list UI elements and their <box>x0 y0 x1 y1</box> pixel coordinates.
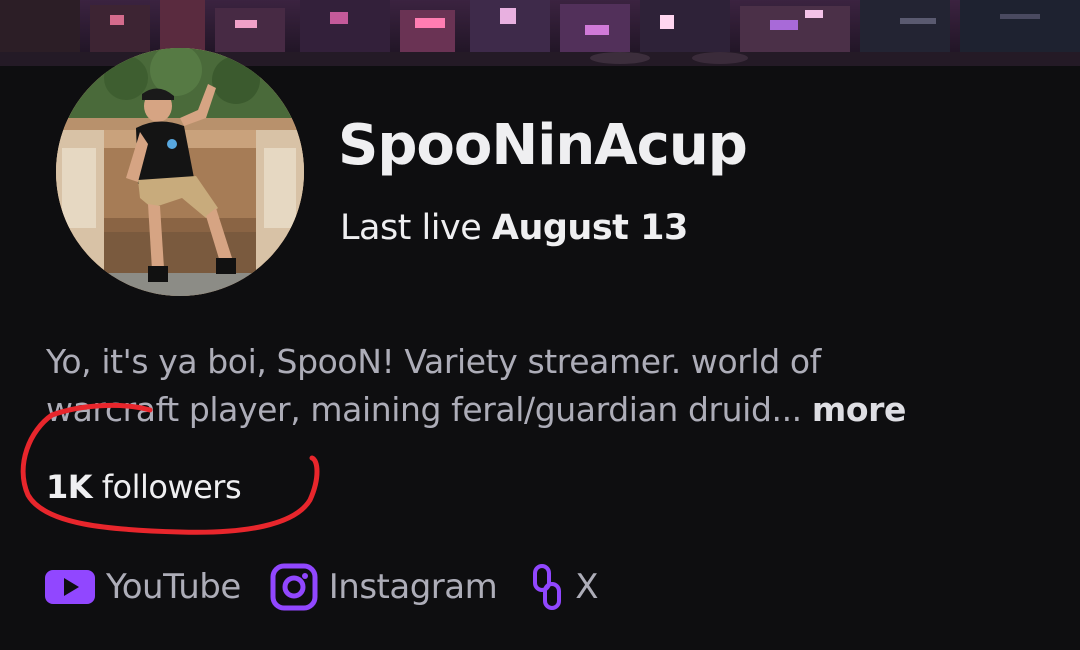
channel-avatar[interactable] <box>56 48 304 296</box>
bio-line-2-text: warcraft player, maining feral/guardian … <box>46 390 802 429</box>
x-link[interactable]: X <box>529 562 599 612</box>
social-links: YouTube Instagram X <box>44 560 626 614</box>
followers-count[interactable]: 1K followers <box>46 465 242 509</box>
last-live-status: Last live August 13 <box>340 205 688 251</box>
bio-more-link[interactable]: more <box>812 390 907 429</box>
link-icon <box>529 562 565 612</box>
youtube-label: YouTube <box>106 567 241 607</box>
instagram-icon <box>269 562 319 612</box>
bio-line-2: warcraft player, maining feral/guardian … <box>46 386 1046 434</box>
followers-label: followers <box>101 468 242 506</box>
channel-bio: Yo, it's ya boi, SpooN! Variety streamer… <box>46 338 1046 434</box>
instagram-label: Instagram <box>328 567 498 607</box>
bio-line-1: Yo, it's ya boi, SpooN! Variety streamer… <box>46 342 821 381</box>
channel-name: SpooNinAcup <box>338 113 748 178</box>
youtube-icon <box>44 568 96 606</box>
instagram-link[interactable]: Instagram <box>269 562 498 612</box>
followers-number: 1K <box>46 468 93 506</box>
last-live-label: Last live <box>340 208 482 248</box>
youtube-link[interactable]: YouTube <box>44 567 241 607</box>
last-live-date: August 13 <box>491 208 688 248</box>
x-label: X <box>575 567 599 607</box>
